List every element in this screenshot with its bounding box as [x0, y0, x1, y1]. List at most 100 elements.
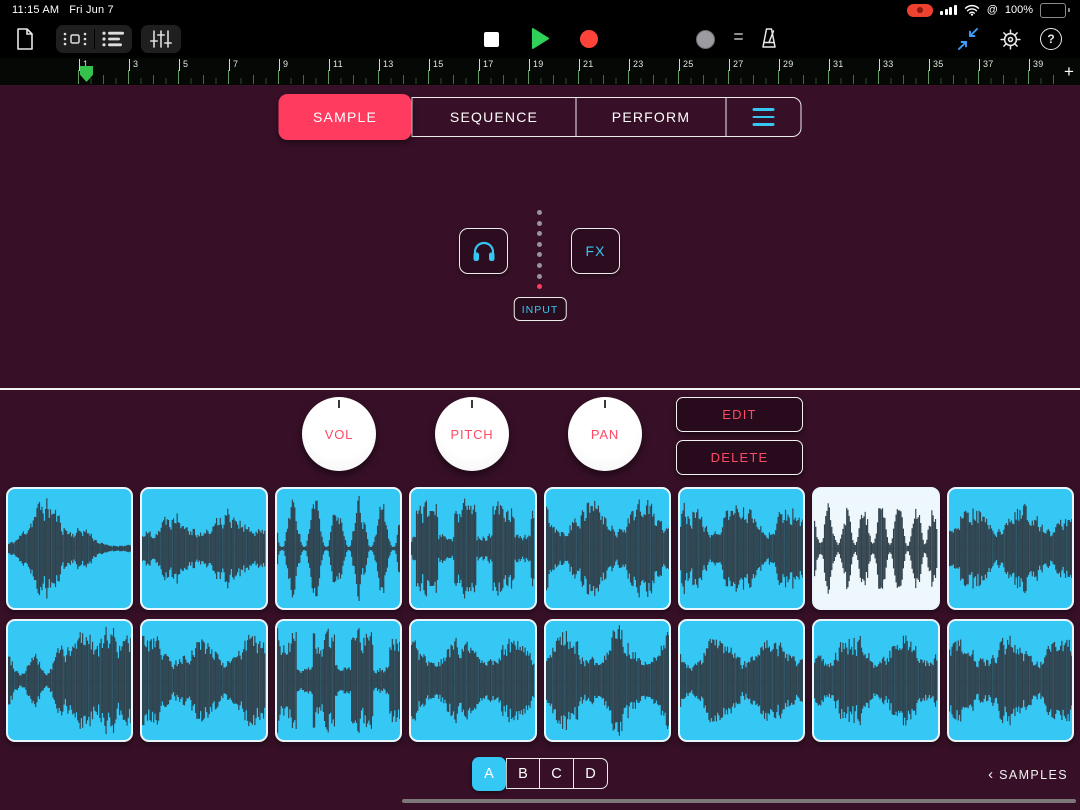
waveform	[814, 635, 938, 726]
delete-button[interactable]: DELETE	[676, 440, 803, 475]
clock-date: Fri Jun 7	[69, 4, 114, 16]
sample-pad-9[interactable]	[6, 619, 134, 742]
waveform	[142, 508, 266, 589]
tab-perform[interactable]: PERFORM	[576, 97, 727, 137]
pointer-mode-button[interactable]	[956, 28, 980, 50]
sample-pad-8[interactable]	[946, 487, 1074, 610]
vol-knob[interactable]: VOL	[302, 397, 376, 471]
sample-pad-13[interactable]	[543, 619, 671, 742]
toolbar: ?	[0, 20, 1080, 61]
sample-pad-5[interactable]	[543, 487, 671, 610]
record-button[interactable]	[574, 26, 604, 52]
bar-number-tick	[529, 59, 530, 71]
edit-button[interactable]: EDIT	[676, 397, 803, 432]
pitch-knob[interactable]: PITCH	[435, 397, 509, 471]
play-button[interactable]	[525, 25, 555, 51]
sample-pad-12[interactable]	[409, 619, 537, 742]
sample-pad-3[interactable]	[274, 487, 403, 610]
tab-sequence[interactable]: SEQUENCE	[411, 97, 577, 137]
input-label: INPUT	[521, 304, 559, 316]
live-loops-grid-icon	[63, 32, 87, 46]
waveform	[814, 503, 938, 594]
live-loops-view-button[interactable]	[56, 26, 94, 52]
help-button[interactable]: ?	[1040, 28, 1062, 50]
bar-number-tick	[179, 59, 180, 71]
waveform	[276, 628, 401, 733]
status-right: @ 100%	[907, 2, 1080, 18]
bank-b[interactable]: B	[506, 758, 540, 789]
bar-number: 3	[133, 59, 139, 69]
bar-number-tick	[629, 59, 630, 71]
bar-number: 31	[833, 59, 844, 69]
knob-indicator	[471, 400, 473, 408]
sample-pad-6[interactable]	[677, 487, 806, 610]
sample-pad-grid	[6, 487, 1074, 742]
sample-pad-4[interactable]	[409, 487, 537, 610]
sample-pad-15[interactable]	[812, 619, 940, 742]
bar-ruler[interactable]: 1 3 5 7 9 11 13 15 17 19 21 23 25 27 29 31 33 35 37 39	[78, 58, 1056, 85]
bar-number-tick	[1029, 59, 1030, 71]
pan-knob[interactable]: PAN	[568, 397, 642, 471]
view-switcher	[56, 25, 132, 53]
stop-icon	[483, 31, 499, 47]
waveform	[411, 637, 535, 724]
sample-pad-10[interactable]	[140, 619, 268, 742]
track-menu-button[interactable]	[726, 97, 802, 137]
bar-number: 5	[183, 59, 189, 69]
sample-pad-1[interactable]	[6, 487, 134, 610]
section-divider	[0, 388, 1080, 390]
sample-pad-14[interactable]	[677, 619, 806, 742]
metronome-icon	[762, 28, 776, 48]
status-left: 11:15 AM Fri Jun 7	[0, 4, 114, 16]
sample-pad-2[interactable]	[140, 487, 268, 610]
sample-pad-7[interactable]	[812, 487, 940, 610]
volume-level-icon	[734, 33, 743, 40]
bar-number-tick	[229, 59, 230, 71]
mixer-button[interactable]	[141, 25, 181, 53]
waveform	[411, 498, 535, 599]
bar-number: 11	[333, 59, 343, 69]
battery-percent: 100%	[1004, 4, 1033, 16]
gear-icon	[1000, 29, 1021, 50]
headphones-icon	[473, 241, 494, 261]
cellular-signal-icon	[940, 5, 957, 15]
scroll-indicator[interactable]	[402, 799, 1076, 803]
metronome-button[interactable]	[758, 27, 780, 51]
wifi-icon	[964, 4, 979, 16]
input-selector[interactable]: INPUT	[513, 297, 567, 321]
knob-label: PAN	[590, 426, 620, 442]
stop-button[interactable]	[476, 26, 506, 52]
knob-indicator	[604, 400, 606, 408]
sample-pad-11[interactable]	[274, 619, 403, 742]
waveform	[8, 498, 132, 599]
tracks-view-button[interactable]	[95, 26, 132, 52]
knob-label: PITCH	[450, 426, 494, 442]
waveform	[679, 638, 804, 723]
bar-number: 25	[683, 59, 694, 69]
bar-number-tick	[729, 59, 730, 71]
bank-d[interactable]: D	[574, 758, 608, 789]
document-icon	[17, 28, 33, 50]
bank-c[interactable]: C	[540, 758, 574, 789]
bar-number-tick	[979, 59, 980, 71]
screen-recording-indicator[interactable]	[907, 3, 934, 17]
settings-button[interactable]	[999, 28, 1022, 51]
add-bars-button[interactable]: +	[1058, 58, 1080, 85]
waveform	[948, 503, 1072, 594]
bar-number-tick	[429, 59, 430, 71]
bank-a[interactable]: A	[472, 756, 506, 791]
monitor-button[interactable]	[459, 228, 508, 274]
samples-label: SAMPLES	[999, 767, 1068, 782]
garageband-sampler-screen: 11:15 AM Fri Jun 7 @ 100% ? 1 3 5 7 9 11…	[0, 0, 1080, 810]
sample-pad-16[interactable]	[946, 619, 1074, 742]
bar-number: 15	[433, 59, 444, 69]
battery-icon	[1040, 2, 1070, 18]
signal-level-dots	[537, 210, 542, 290]
fx-button[interactable]: FX	[571, 228, 620, 274]
my-songs-button[interactable]	[16, 28, 34, 50]
waveform	[545, 499, 669, 598]
master-volume-knob[interactable]	[696, 30, 715, 49]
tab-sample[interactable]: SAMPLE	[278, 94, 412, 140]
samples-back-link[interactable]: ‹ SAMPLES	[988, 766, 1068, 783]
status-bar: 11:15 AM Fri Jun 7 @ 100%	[0, 0, 1080, 20]
